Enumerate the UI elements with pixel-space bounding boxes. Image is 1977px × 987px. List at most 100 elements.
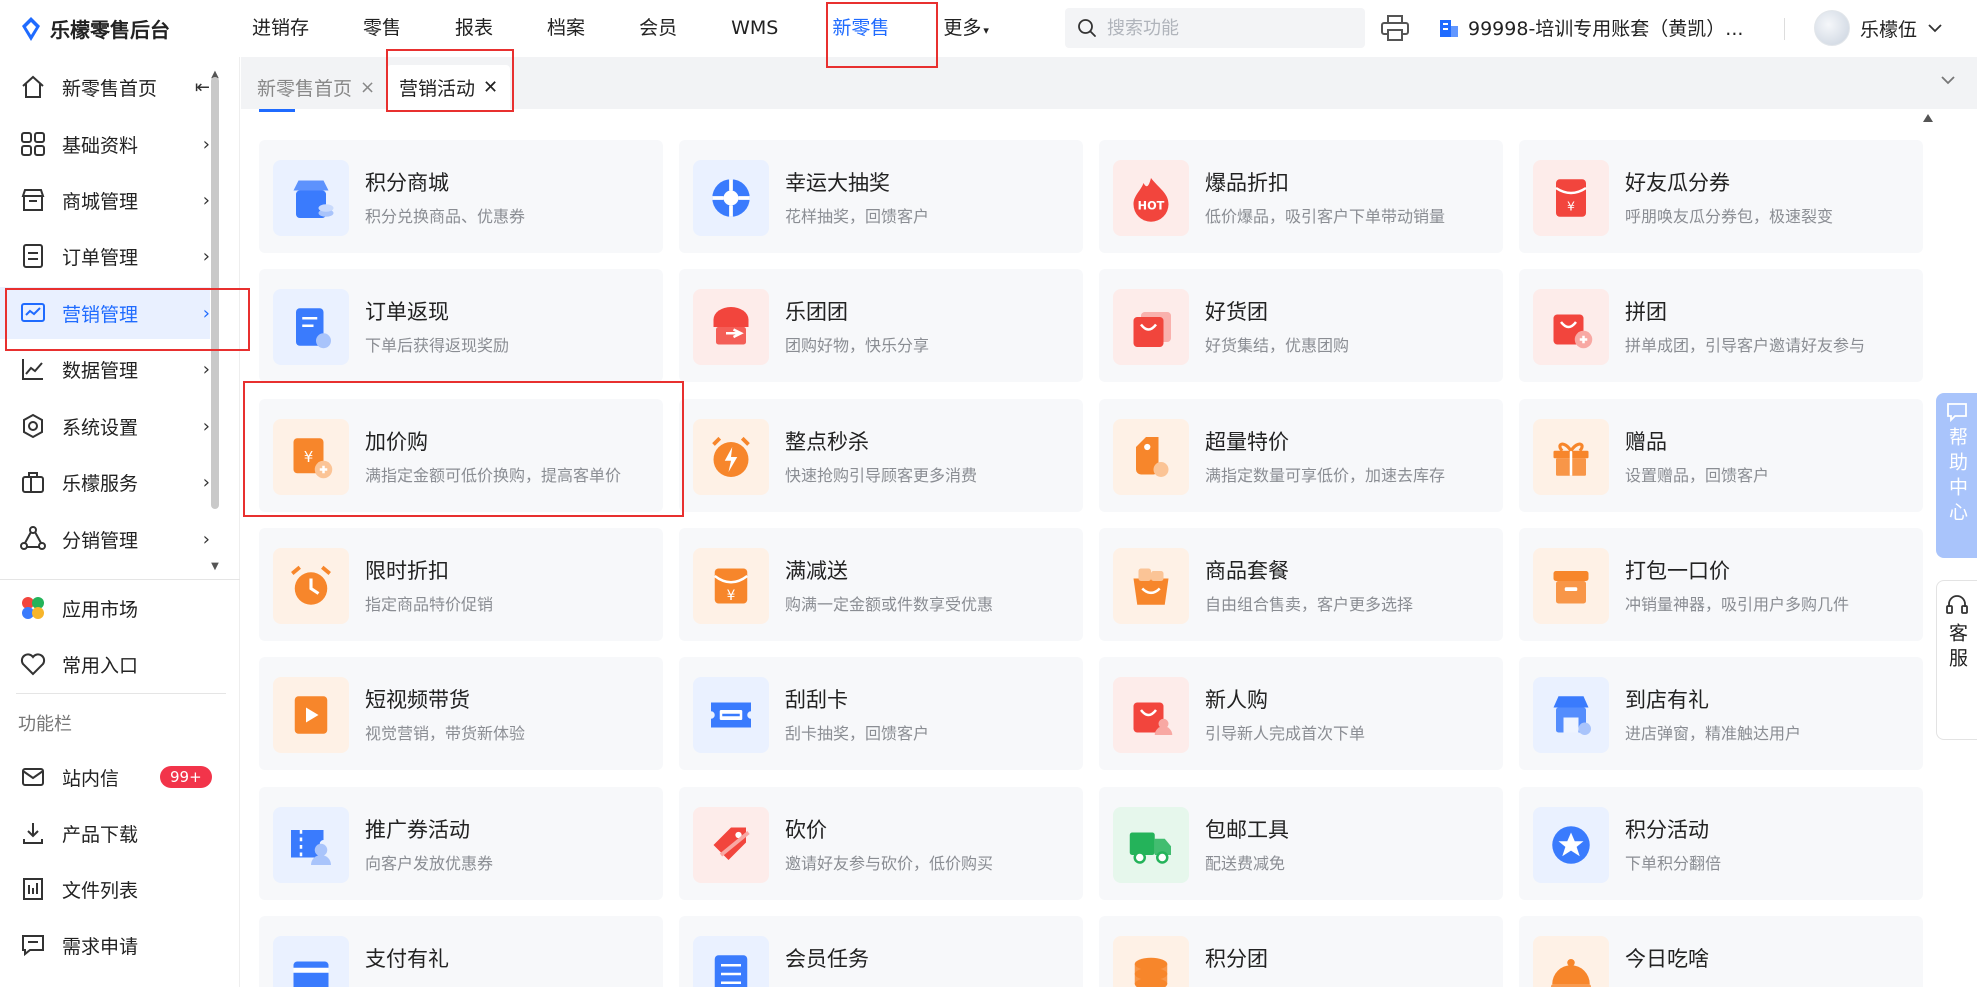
- coupon-user-icon: [273, 807, 349, 883]
- building-icon: [1440, 19, 1458, 37]
- activity-card[interactable]: 支付有礼: [259, 916, 663, 987]
- activity-card[interactable]: 今日吃啥: [1519, 916, 1923, 987]
- sidebar-item-app-market[interactable]: 应用市场: [0, 582, 210, 634]
- close-icon[interactable]: ✕: [483, 77, 498, 98]
- package-bag-icon: [1113, 548, 1189, 624]
- sidebar-item-distribution[interactable]: 分销管理 ›: [0, 513, 210, 565]
- nav-item-member[interactable]: 会员: [612, 0, 704, 57]
- sidebar-item-mall[interactable]: 商城管理 ›: [0, 174, 210, 226]
- subtab-indicator: [259, 109, 295, 112]
- search-input[interactable]: [1107, 17, 1347, 39]
- activity-card[interactable]: 到店有礼 进店弹窗，精准触达用户: [1519, 657, 1923, 770]
- sidebar-item-favorites[interactable]: 常用入口: [0, 638, 210, 690]
- sidebar-item-marketing[interactable]: 营销管理 ›: [0, 287, 210, 339]
- activity-card[interactable]: 推广券活动 向客户发放优惠券: [259, 787, 663, 900]
- sidebar-item-file-list[interactable]: 文件列表: [0, 863, 210, 915]
- chevron-down-icon[interactable]: [1939, 71, 1957, 89]
- service-icon: [20, 469, 46, 495]
- activity-card[interactable]: 刮刮卡 刮卡抽奖，回馈客户: [679, 657, 1083, 770]
- sidebar-item-data[interactable]: 数据管理 ›: [0, 343, 210, 395]
- activity-card[interactable]: 新人购 引导新人完成首次下单: [1099, 657, 1503, 770]
- activity-card-desc: 团购好物，快乐分享: [785, 336, 930, 355]
- activity-card-desc: 视觉营销，带货新体验: [365, 724, 526, 743]
- activity-card-desc: 刮卡抽奖，回馈客户: [785, 724, 930, 743]
- flash-sale-icon: [693, 419, 769, 495]
- scroll-down-icon[interactable]: ▼: [209, 561, 221, 572]
- chevron-right-icon: ›: [202, 528, 210, 550]
- activity-card-title: 今日吃啥: [1625, 947, 1709, 971]
- activity-card[interactable]: 拼团 拼单成团，引导客户邀请好友参与: [1519, 269, 1923, 382]
- activity-card[interactable]: 包邮工具 配送费减免: [1099, 787, 1503, 900]
- activity-card[interactable]: 积分团: [1099, 916, 1503, 987]
- activity-card[interactable]: HOT 爆品折扣 低价爆品，吸引客户下单带动销量: [1099, 140, 1503, 253]
- nav-item-retail[interactable]: 零售: [336, 0, 428, 57]
- activity-card[interactable]: 整点秒杀 快速抢购引导顾客更多消费: [679, 399, 1083, 512]
- account-switcher[interactable]: 99998-培训专用账套（黄凯）...: [1438, 14, 1743, 41]
- activity-card[interactable]: 积分商城 积分兑换商品、优惠券: [259, 140, 663, 253]
- tab-label: 新零售首页: [257, 77, 353, 100]
- activity-card[interactable]: 超量特价 满指定数量可享低价，加速去库存: [1099, 399, 1503, 512]
- sidebar-item-request[interactable]: 需求申请: [0, 919, 210, 971]
- avatar: [1814, 10, 1850, 46]
- activity-card-title: 整点秒杀: [785, 430, 869, 454]
- help-center-button[interactable]: 帮助中心: [1936, 393, 1977, 558]
- activity-card[interactable]: 砍价 邀请好友参与砍价，低价购买: [679, 787, 1083, 900]
- activity-card-desc: 自由组合售卖，客户更多选择: [1205, 595, 1414, 614]
- activity-card[interactable]: ¥ 加价购 满指定金额可低价换购，提高客单价: [259, 399, 663, 512]
- collapse-sidebar-icon[interactable]: ⇤: [195, 77, 210, 98]
- chevron-right-icon: ›: [202, 358, 210, 380]
- sidebar-scrollbar[interactable]: [211, 77, 219, 509]
- activity-card[interactable]: 商品套餐 自由组合售卖，客户更多选择: [1099, 528, 1503, 641]
- divider: [0, 579, 240, 580]
- unread-badge: 99+: [160, 766, 212, 788]
- activity-card[interactable]: 好货团 好货集结，优惠团购: [1099, 269, 1503, 382]
- sidebar-item-basic-data[interactable]: 基础资料 ›: [0, 118, 210, 170]
- nav-item-archive[interactable]: 档案: [520, 0, 612, 57]
- activity-card-title: 包邮工具: [1205, 818, 1289, 842]
- nav-item-wms[interactable]: WMS: [704, 0, 805, 57]
- activity-card[interactable]: 短视频带货 视觉营销，带货新体验: [259, 657, 663, 770]
- activity-card[interactable]: 乐团团团购好物，快乐分享: [679, 269, 1083, 382]
- activity-card[interactable]: 限时折扣 指定商品特价促销: [259, 528, 663, 641]
- scroll-up-icon[interactable]: [1922, 113, 1934, 123]
- chevron-right-icon: ›: [202, 471, 210, 493]
- activity-card[interactable]: 赠品 设置赠品，回馈客户: [1519, 399, 1923, 512]
- nav-item-new-retail[interactable]: 新零售: [805, 0, 916, 57]
- tab-marketing-activity[interactable]: 营销活动 ✕: [387, 65, 511, 109]
- activity-card[interactable]: 打包一口价 冲销量神器，吸引用户多购几件: [1519, 528, 1923, 641]
- sidebar-item-home[interactable]: 新零售首页 ⇤: [0, 61, 210, 113]
- nav-item-reports[interactable]: 报表: [428, 0, 520, 57]
- svg-text:¥: ¥: [1567, 199, 1575, 214]
- customer-service-button[interactable]: 客服: [1936, 580, 1977, 740]
- nav-item-inventory[interactable]: 进销存: [225, 0, 336, 57]
- activity-card[interactable]: ¥ 满减送 购满一定金额或件数享受优惠: [679, 528, 1083, 641]
- search-box[interactable]: [1065, 8, 1365, 48]
- sidebar-item-label: 产品下载: [62, 823, 139, 846]
- nav-item-more[interactable]: 更多 ▾: [916, 0, 1016, 57]
- sidebar-item-messages[interactable]: 站内信 99+: [0, 751, 212, 803]
- activity-card[interactable]: 会员任务: [679, 916, 1083, 987]
- task-list-icon: [693, 936, 769, 987]
- top-bar: 乐檬零售后台 进销存 零售 报表 档案 会员 WMS 新零售 更多▾ 99998…: [0, 0, 1977, 57]
- activity-card[interactable]: 订单返现 下单后获得返现奖励: [259, 269, 663, 382]
- tab-new-retail-home[interactable]: 新零售首页 ×: [245, 65, 387, 109]
- activity-card-title: 乐团团: [785, 300, 848, 324]
- close-icon[interactable]: ×: [360, 77, 375, 98]
- activity-card[interactable]: 幸运大抽奖 花样抽奖，回馈客户: [679, 140, 1083, 253]
- app-logo[interactable]: 乐檬零售后台: [20, 14, 170, 43]
- activity-card[interactable]: 积分活动 下单积分翻倍: [1519, 787, 1923, 900]
- user-menu[interactable]: 乐檬伍: [1814, 10, 1943, 46]
- activity-card[interactable]: ¥ 好友瓜分券 呼朋唤友瓜分券包，极速裂变: [1519, 140, 1923, 253]
- activity-card-desc: 下单后获得返现奖励: [365, 336, 510, 355]
- sidebar-item-download[interactable]: 产品下载: [0, 807, 210, 859]
- sidebar-item-label: 文件列表: [62, 879, 139, 902]
- sidebar-item-service[interactable]: 乐檬服务 ›: [0, 456, 210, 508]
- sidebar-item-settings[interactable]: 系统设置 ›: [0, 400, 210, 452]
- sidebar-item-orders[interactable]: 订单管理 ›: [0, 230, 210, 282]
- alarm-icon: [273, 548, 349, 624]
- printer-icon[interactable]: [1380, 14, 1410, 42]
- activity-card-title: 拼团: [1625, 300, 1667, 324]
- box-icon: [1533, 548, 1609, 624]
- activity-card-desc: 低价爆品，吸引客户下单带动销量: [1205, 207, 1446, 226]
- settings-icon: [20, 413, 46, 439]
